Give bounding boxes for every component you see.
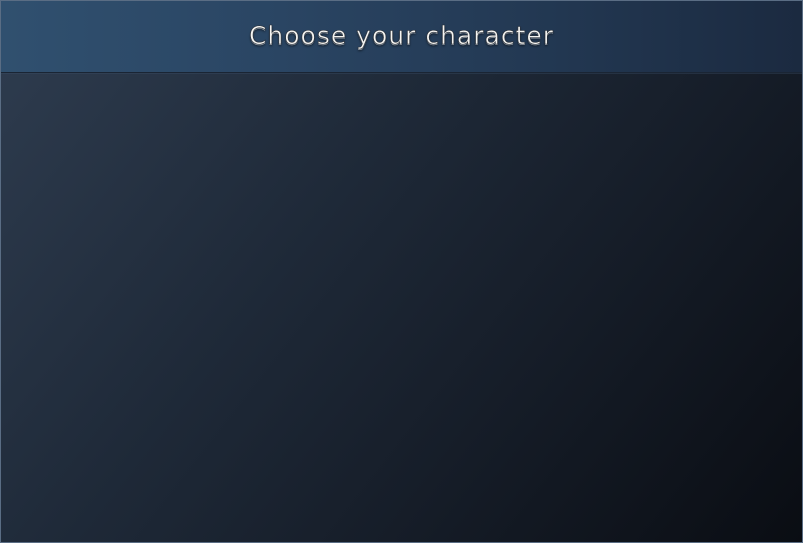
character-select-window: Choose your character xyxy=(0,0,803,543)
character-selection-area xyxy=(1,73,802,542)
page-title: Choose your character xyxy=(248,21,555,51)
header-bar: Choose your character xyxy=(1,1,802,73)
